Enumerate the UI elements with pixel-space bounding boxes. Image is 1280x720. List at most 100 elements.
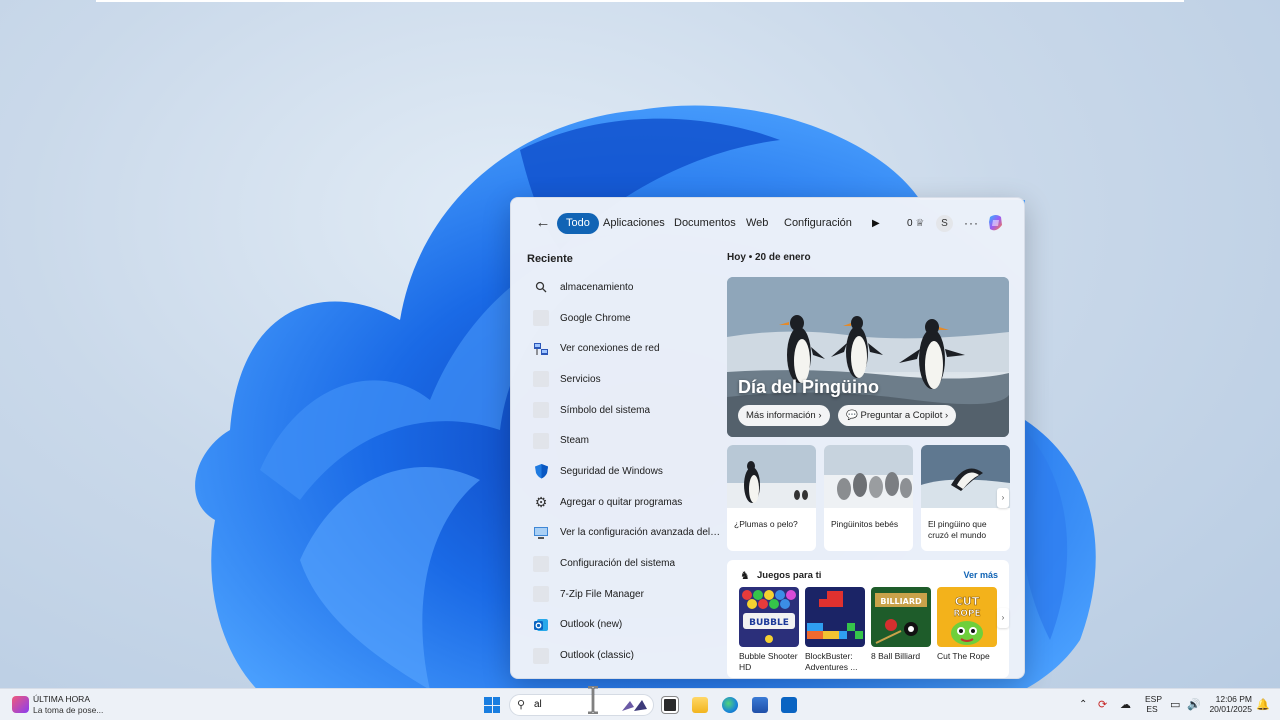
system-icon <box>533 525 549 541</box>
recent-item-steam[interactable]: Steam <box>529 425 729 456</box>
penguin-thumbnail <box>727 445 816 508</box>
more-info-label: Más información <box>746 410 816 421</box>
outlook-icon <box>533 617 549 633</box>
app-icon <box>533 371 549 388</box>
search-flyout: ← Todo Aplicaciones Documentos Web Confi… <box>510 197 1025 679</box>
today-header: Hoy • 20 de enero <box>727 252 811 263</box>
account-avatar[interactable]: S <box>936 215 953 232</box>
recent-item-agregar-o-quitar-programas[interactable]: ⚙ Agregar o quitar programas <box>529 487 729 518</box>
app-icon <box>533 555 549 572</box>
rewards-points[interactable]: 0 ♕ <box>907 213 924 234</box>
app-icon <box>533 310 549 327</box>
recent-item-label: 7-Zip File Manager <box>560 588 644 600</box>
news-subtitle[interactable]: La toma de pose... <box>33 705 103 715</box>
recent-list: almacenamiento Google Chrome Ver conexio… <box>529 272 729 671</box>
recent-item-label: Ver la configuración avanzada del sist..… <box>560 527 722 539</box>
tab-aplicaciones[interactable]: Aplicaciones <box>603 213 665 234</box>
news-headline[interactable]: ÚLTIMA HORA <box>33 694 90 704</box>
cards-next-icon[interactable]: › <box>997 488 1009 508</box>
hero-card[interactable]: Día del Pingüino Más información › 💬 Pre… <box>727 277 1009 437</box>
game-name: 8 Ball Billiard <box>871 651 921 661</box>
tab-todo[interactable]: Todo <box>557 213 599 234</box>
edge-browser-icon[interactable] <box>722 697 738 713</box>
svg-text:BILLIARD: BILLIARD <box>880 597 922 606</box>
app-icon <box>533 432 549 449</box>
recent-item-label: Google Chrome <box>560 312 631 324</box>
language-top: ESP <box>1145 694 1163 704</box>
recent-item-simbolo-del-sistema[interactable]: Símbolo del sistema <box>529 395 729 426</box>
game-blockbuster[interactable]: BlockBuster: Adventures ... <box>805 587 865 673</box>
file-explorer-icon[interactable] <box>692 697 708 713</box>
tab-configuracion[interactable]: Configuración <box>784 213 852 234</box>
network-icon[interactable]: ▭ <box>1170 689 1180 720</box>
games-next-icon[interactable]: › <box>997 608 1009 628</box>
notification-bell-icon[interactable]: 🔔 <box>1256 689 1270 720</box>
recent-item-outlook-new[interactable]: Outlook (new) <box>529 610 729 641</box>
play-icon[interactable]: ▶ <box>872 213 880 234</box>
outlook-icon[interactable] <box>781 697 797 713</box>
recent-item-outlook-classic[interactable]: Outlook (classic) <box>529 640 729 671</box>
app-icon <box>533 402 549 419</box>
game-8-ball-billiard[interactable]: BILLIARD 8 Ball Billiard <box>871 587 931 662</box>
games-title: Juegos para ti <box>757 570 822 581</box>
microsoft-store-icon[interactable] <box>752 697 768 713</box>
see-more-link[interactable]: Ver más <box>963 570 998 580</box>
blockbuster-tile <box>805 587 865 647</box>
recent-item-ver-conexiones-de-red[interactable]: Ver conexiones de red <box>529 333 729 364</box>
recent-item-configuracion-del-sistema[interactable]: Configuración del sistema <box>529 548 729 579</box>
billiard-tile: BILLIARD <box>871 587 931 647</box>
network-icon <box>533 341 549 357</box>
ask-copilot-button[interactable]: 💬 Preguntar a Copilot › <box>838 405 957 426</box>
recent-item-label: Servicios <box>560 373 601 385</box>
baby-penguins-thumbnail <box>824 445 913 508</box>
back-arrow-icon[interactable]: ← <box>533 213 553 233</box>
recent-item-label: Agregar o quitar programas <box>560 496 683 508</box>
language-indicator[interactable]: ESP ES <box>1145 694 1163 714</box>
shield-icon <box>533 463 549 479</box>
recent-item-label: Outlook (new) <box>560 619 623 631</box>
game-name: Cut The Rope <box>937 651 990 661</box>
trophy-icon: ♕ <box>915 218 925 229</box>
onedrive-cloud-icon[interactable]: ☁ <box>1120 689 1131 720</box>
app-icon <box>533 586 549 603</box>
tab-documentos[interactable]: Documentos <box>674 213 736 234</box>
game-name: Bubble Shooter HD <box>739 651 798 672</box>
copilot-icon[interactable] <box>986 213 1006 233</box>
show-hidden-icons-chevron-icon[interactable]: ⌃ <box>1079 689 1087 720</box>
clock[interactable]: 12:06 PM 20/01/2025 <box>1206 694 1252 714</box>
recent-item-almacenamiento[interactable]: almacenamiento <box>529 272 729 303</box>
security-alert-icon[interactable]: ⟳ <box>1098 689 1107 720</box>
search-icon: ⚲ <box>517 699 526 711</box>
chat-bubble-icon: 💬 <box>846 410 858 421</box>
recent-item-configuracion-avanzada[interactable]: Ver la configuración avanzada del sist..… <box>529 518 729 549</box>
game-controller-icon: ♞ <box>740 570 750 582</box>
games-section: ♞ Juegos para ti Ver más BUBBLE Bubble S… <box>727 560 1009 678</box>
tab-web[interactable]: Web <box>746 213 768 234</box>
volume-icon[interactable]: 🔊 <box>1187 689 1201 720</box>
news-card-pinguinitos[interactable]: Pingüinitos bebés <box>824 445 913 551</box>
game-cut-the-rope[interactable]: CUT ROPE Cut The Rope <box>937 587 997 662</box>
chevron-right-icon: › <box>944 410 949 421</box>
recent-item-seguridad-de-windows[interactable]: Seguridad de Windows <box>529 456 729 487</box>
game-bubble-shooter[interactable]: BUBBLE Bubble Shooter HD <box>739 587 799 673</box>
search-icon <box>533 279 549 295</box>
recent-item-label: Configuración del sistema <box>560 558 676 570</box>
recent-item-7zip[interactable]: 7-Zip File Manager <box>529 579 729 610</box>
recent-item-google-chrome[interactable]: Google Chrome <box>529 303 729 334</box>
search-highlight-penguins-icon <box>622 700 647 711</box>
news-widget-icon[interactable] <box>12 696 29 713</box>
bubble-shooter-tile: BUBBLE <box>739 587 799 647</box>
taskbar: ÚLTIMA HORA La toma de pose... ⚲ al ⌃ ⟳ … <box>0 688 1280 720</box>
game-name: BlockBuster: Adventures ... <box>805 651 858 672</box>
recent-item-label: Ver conexiones de red <box>560 343 660 355</box>
taskbar-search-input[interactable]: ⚲ al <box>509 694 654 716</box>
today-label: Hoy <box>727 252 746 263</box>
task-view-icon[interactable] <box>662 697 678 713</box>
news-card-plumas[interactable]: ¿Plumas o pelo? <box>727 445 816 551</box>
recent-item-servicios[interactable]: Servicios <box>529 364 729 395</box>
more-info-button[interactable]: Más información › <box>738 405 830 426</box>
clock-date: 20/01/2025 <box>1209 704 1252 714</box>
filter-tabs: ← Todo Aplicaciones Documentos Web Confi… <box>511 210 1024 236</box>
windows-start-icon[interactable] <box>484 697 500 713</box>
more-options-icon[interactable]: ··· <box>964 213 979 234</box>
